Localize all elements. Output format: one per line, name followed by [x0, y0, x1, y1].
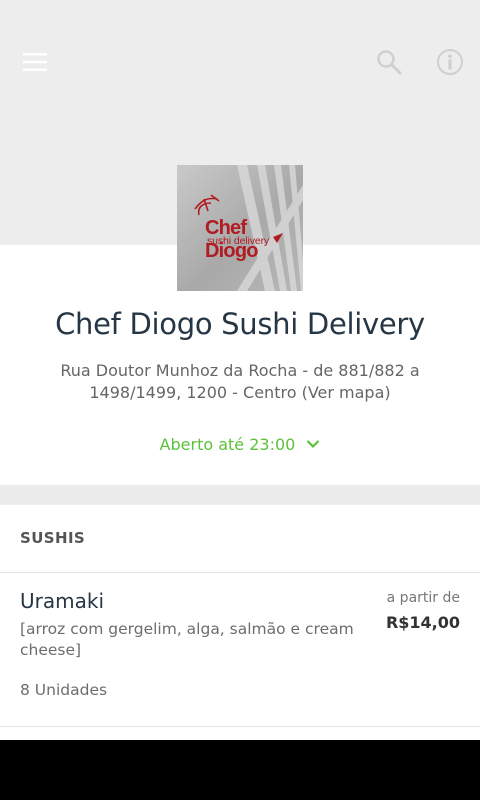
category-header: SUSHIS — [0, 505, 480, 573]
restaurant-name: Chef Diogo Sushi Delivery — [55, 307, 425, 341]
restaurant-logo: Chef Diogo sushi delivery — [177, 165, 303, 291]
menu-icon — [23, 53, 47, 75]
list-continuation — [0, 727, 480, 740]
opening-hours-toggle[interactable]: Aberto até 23:00 — [0, 434, 480, 454]
item-units: 8 Unidades — [20, 681, 108, 699]
restaurant-address[interactable]: Rua Doutor Munhoz da Rocha - de 881/882 … — [60, 360, 420, 404]
item-price: R$14,00 — [385, 613, 460, 632]
item-description: [arroz com gergelim, alga, salmão e crea… — [20, 620, 354, 659]
search-icon — [376, 49, 402, 79]
system-navigation-bar — [0, 740, 480, 800]
info-icon — [436, 48, 464, 80]
opening-hours-text: Aberto até 23:00 — [159, 435, 296, 454]
menu-button[interactable] — [15, 44, 55, 84]
chevron-down-icon — [306, 434, 320, 453]
section-divider — [0, 485, 480, 505]
category-title: SUSHIS — [20, 529, 86, 547]
logo-subtitle: sushi delivery — [207, 235, 270, 247]
info-button[interactable] — [430, 44, 470, 84]
menu-item[interactable]: Uramaki [arroz com gergelim, alga, salmã… — [0, 573, 480, 727]
search-button[interactable] — [369, 44, 409, 84]
item-name: Uramaki — [20, 589, 104, 613]
price-label: a partir de — [386, 590, 460, 606]
